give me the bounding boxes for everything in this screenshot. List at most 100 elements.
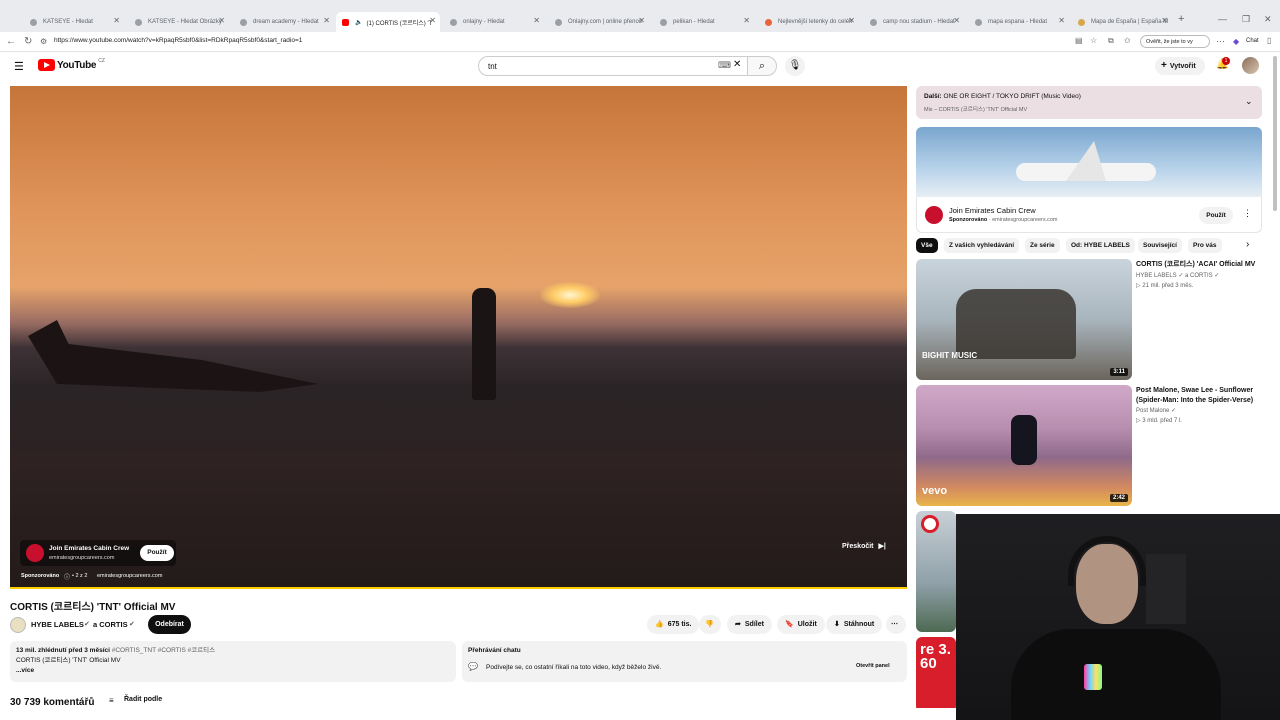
reload-icon[interactable]: ↻ [24,36,32,47]
browser-tab[interactable]: Onlajny.com | online přenos ✕ [549,12,649,32]
more-menu-icon[interactable]: ⋯ [1216,36,1225,47]
search-icon [660,18,667,26]
close-icon[interactable]: ✕ [533,16,540,25]
browser-tab[interactable]: Mapa de España | España M ✕ [1072,12,1172,32]
share-button[interactable]: ➦ Sdílet [727,615,772,634]
dislike-button[interactable]: 👎 [699,615,721,634]
url-field[interactable]: https://www.youtube.com/watch?v=kRpaqR5s… [54,37,302,44]
chat-replay-box: Přehrávání chatu 💬 Podívejte se, co osta… [462,641,907,682]
new-tab-button[interactable]: + [1178,13,1184,25]
related-video-channel[interactable]: HYBE LABELS ✓ a CORTIS ✓ [1136,271,1219,281]
collab-channel[interactable]: a CORTIS [93,620,128,629]
chip-all[interactable]: Vše [916,238,938,253]
chip-for-you[interactable]: Pro vás [1188,238,1222,253]
related-video-title[interactable]: CORTIS (코르티스) 'ACAI' Official MV [1136,260,1264,270]
chip-related[interactable]: Související [1138,238,1182,253]
info-icon[interactable]: ⓘ [64,572,70,581]
minimize-icon[interactable]: — [1218,14,1227,24]
maximize-icon[interactable]: ❐ [1242,14,1250,25]
back-icon[interactable]: ← [6,36,16,47]
ad-title[interactable]: Join Emirates Cabin Crew [49,545,129,552]
channel-avatar[interactable] [10,617,26,633]
page-scrollbar[interactable] [1273,56,1277,211]
close-icon[interactable]: ✕ [429,16,436,25]
ad-thumbnail[interactable] [916,127,1262,197]
search-button[interactable]: ⌕ [747,56,777,76]
hashtags[interactable]: #CORTIS_TNT #CORTIS #코르티스 [112,647,215,654]
browser-tab[interactable]: pelikan - Hledat ✕ [654,12,754,32]
sidebar-ad-title[interactable]: Join Emirates Cabin Crew [949,206,1036,215]
close-icon[interactable]: ✕ [218,16,225,25]
close-icon[interactable]: ✕ [1058,16,1065,25]
chat-button[interactable]: Chat [1246,38,1259,44]
close-icon[interactable]: ✕ [113,16,120,25]
save-button[interactable]: 🔖 Uložit [777,615,825,634]
keyboard-icon[interactable]: ⌨ [718,60,731,71]
related-video-channel[interactable]: Post Malone ✓ [1136,406,1176,416]
youtube-logo[interactable]: YouTube CZ [38,58,105,71]
open-panel-button[interactable]: Otevřít panel [856,663,890,669]
thumbs-up-icon: 👍 [655,621,664,628]
channel-name[interactable]: HYBE LABELS [31,620,84,629]
browser-tab[interactable]: KATSEYE - Hledat ✕ [24,12,124,32]
video-thumbnail[interactable] [916,511,956,632]
more-vert-icon[interactable]: ⋮ [1243,208,1252,219]
browser-tab[interactable]: KATSEYE - Hledat Obrázky ✕ [129,12,229,32]
sort-icon[interactable]: ≡ [109,696,114,705]
clear-search-icon[interactable]: ✕ [733,59,741,70]
related-video-title[interactable]: Post Malone, Swae Lee - Sunflower (Spide… [1136,386,1264,406]
more-link[interactable]: ...více [16,666,450,676]
description-box[interactable]: 13 mil. zhlédnutí před 3 měsíci #CORTIS_… [10,641,456,682]
video-player[interactable] [10,86,907,589]
video-thumbnail[interactable]: vevo 2:42 [916,385,1132,506]
site-info-icon[interactable]: ⚙ [40,37,47,46]
sidebar-ad-apply-button[interactable]: Použít [1199,207,1233,224]
more-icon: ⋯ [891,621,898,628]
browser-tab[interactable]: Nejlevnější letenky do celéh ✕ [759,12,859,32]
speaker-icon[interactable]: 🔈 [355,19,362,26]
copilot-icon[interactable]: ◆ [1233,37,1239,46]
search-input[interactable]: tnt [478,56,748,76]
close-icon[interactable]: ✕ [323,16,330,25]
star-icon[interactable]: ☆ [1090,36,1097,45]
video-thumbnail[interactable]: BIGHIT MUSIC 3:11 [916,259,1132,380]
browser-tab-active[interactable]: 🔈 (1) CORTIS (코르티스) 'T ✕ [336,12,440,32]
ad-apply-button[interactable]: Použít [140,545,174,561]
reader-icon[interactable]: ▤ [1075,36,1083,45]
chevron-down-icon[interactable]: ⌄ [1245,96,1253,107]
verify-identity-button[interactable]: Ověřit, že jste to vy [1140,35,1210,48]
menu-icon[interactable]: ☰ [14,60,24,73]
view-date: 13 mil. zhlédnutí před 3 měsíci [16,647,110,654]
close-icon[interactable]: ✕ [1161,16,1168,25]
close-icon[interactable]: ✕ [638,16,645,25]
ad-domain-link[interactable]: emiratesgroupcareers.com [97,573,162,579]
close-icon[interactable]: ✕ [848,16,855,25]
chip-series[interactable]: Ze série [1025,238,1060,253]
video-thumbnail[interactable]: re 3.60 [916,637,956,712]
up-next-panel[interactable]: Další: ONE OR EIGHT / TOKYO DRIFT (Music… [916,86,1262,119]
chip-from-channel[interactable]: Od: HYBE LABELS [1066,238,1135,253]
sort-button[interactable]: Řadit podle [124,696,162,703]
favorites-icon[interactable]: ✩ [1124,36,1131,45]
create-button[interactable]: + Vytvořit [1155,57,1205,75]
sidebar-toggle-icon[interactable]: ▯ [1267,36,1271,45]
browser-tab[interactable]: camp nou stadium - Hledat ✕ [864,12,964,32]
extension-icon[interactable]: ⧉ [1108,36,1114,46]
verified-icon: ✔ [84,621,90,628]
more-actions-button[interactable]: ⋯ [886,615,906,634]
avatar[interactable] [1242,57,1259,74]
subscribe-button[interactable]: Odebírat [148,615,191,634]
close-icon[interactable]: ✕ [953,16,960,25]
close-icon[interactable]: ✕ [743,16,750,25]
like-button[interactable]: 👍 675 tis. [647,615,700,634]
browser-tab[interactable]: mapa espana - Hledat ✕ [969,12,1069,32]
skip-ad-button[interactable]: Přeskočit ▶| [842,538,895,556]
download-button[interactable]: ⬇ Stáhnout [826,615,883,634]
browser-tab[interactable]: dream academy - Hledat ✕ [234,12,334,32]
bottom-strip [0,708,956,720]
chip-from-searches[interactable]: Z vašich vyhledávání [944,238,1020,253]
voice-search-icon[interactable]: 🎙 [785,56,805,76]
chevron-right-icon[interactable]: › [1246,239,1249,250]
browser-tab[interactable]: onlajny - Hledat ✕ [444,12,544,32]
close-window-icon[interactable]: ✕ [1264,14,1272,25]
